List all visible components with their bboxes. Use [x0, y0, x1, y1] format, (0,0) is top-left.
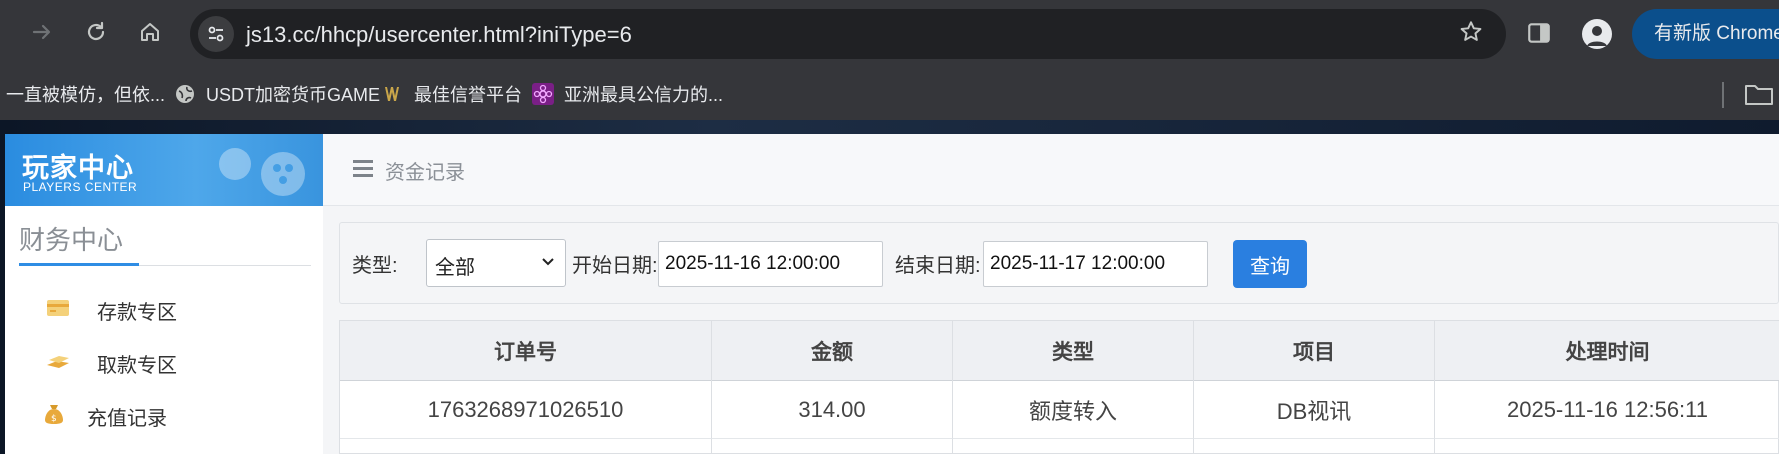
home-button[interactable] — [132, 14, 168, 50]
bookmarks-bar: 一直被模仿，但依... USDT加密货币GAME 最佳信誉平台 亚洲最具公信力的… — [0, 68, 1779, 120]
players-center-banner: 玩家中心 PLAYERS CENTER — [5, 134, 323, 206]
sidebar-item-withdraw[interactable]: 取款专区 — [5, 341, 323, 381]
players-center-subtitle: PLAYERS CENTER — [23, 180, 138, 194]
globe-icon — [176, 85, 194, 103]
bookmark-item[interactable]: 最佳信誉平台 — [382, 80, 522, 108]
start-date-input[interactable]: 2025-11-16 12:00:00 — [658, 241, 883, 287]
main-header: 资金记录 — [323, 134, 1779, 206]
bookmark-item[interactable]: 一直被模仿，但依... — [6, 80, 165, 108]
cell-type: 额度转入 — [953, 381, 1194, 439]
finance-center-title: 财务中心 — [19, 225, 124, 255]
filter-bar: 类型: 全部 开始日期: 2025-11-16 12:00:00 结束日期: 2… — [339, 222, 1779, 304]
update-chrome-button[interactable]: 有新版 Chrome — [1632, 9, 1779, 59]
records-table: 订单号 金额 类型 项目 处理时间 1763268971026510 314.0… — [339, 320, 1779, 454]
sidebar-item-label: 存款专区 — [97, 302, 177, 324]
site-logo-icon — [385, 87, 399, 101]
bookmark-label: 最佳信誉平台 — [414, 85, 522, 105]
column-header-amount: 金额 — [712, 321, 953, 381]
type-select[interactable]: 全部 — [426, 239, 566, 287]
bookmark-item[interactable]: 亚洲最具公信力的... — [532, 80, 723, 108]
bookmark-label: 一直被模仿，但依... — [6, 85, 166, 105]
money-bag-icon: $ — [45, 405, 63, 424]
side-panel-icon[interactable] — [1526, 20, 1552, 46]
page-content: 玩家中心 PLAYERS CENTER 财务中心 存款专区 取款专区 $ 充值记… — [0, 120, 1779, 454]
menu-toggle-icon[interactable] — [353, 160, 373, 178]
forward-button[interactable] — [24, 14, 60, 50]
end-date-label: 结束日期: — [895, 255, 981, 277]
column-header-type: 类型 — [953, 321, 1194, 381]
gamepad-icon — [219, 148, 305, 196]
bookmark-label: USDT加密货币GAME — [206, 85, 381, 105]
flower-logo-icon — [532, 83, 554, 105]
type-select-value: 全部 — [435, 257, 475, 279]
chevron-down-icon — [542, 258, 554, 266]
sidebar: 玩家中心 PLAYERS CENTER 财务中心 存款专区 取款专区 $ 充值记… — [5, 134, 323, 454]
tune-icon — [208, 26, 224, 42]
cell-time: 2025-11-16 12:56:11 — [1435, 381, 1779, 439]
table-header: 订单号 金额 类型 项目 处理时间 — [340, 321, 1779, 381]
reload-button[interactable] — [78, 14, 114, 50]
main-panel: 资金记录 类型: 全部 开始日期: 2025-11-16 12:00:00 结束… — [323, 134, 1779, 454]
sidebar-item-label: 取款专区 — [97, 355, 177, 377]
card-icon — [47, 300, 69, 316]
section-active-underline — [19, 263, 139, 266]
address-bar[interactable]: js13.cc/hhcp/usercenter.html?iniType=6 — [190, 9, 1506, 59]
url-text[interactable]: js13.cc/hhcp/usercenter.html?iniType=6 — [246, 22, 632, 48]
home-icon — [141, 23, 159, 41]
folder-icon[interactable] — [1744, 82, 1774, 106]
cash-icon — [47, 356, 69, 368]
column-header-project: 项目 — [1194, 321, 1435, 381]
browser-toolbar: js13.cc/hhcp/usercenter.html?iniType=6 有… — [0, 0, 1779, 68]
bookmark-item[interactable]: USDT加密货币GAME — [174, 80, 380, 108]
bookmarks-divider — [1722, 82, 1724, 108]
breadcrumb: 资金记录 — [385, 162, 465, 184]
table-row-partial — [340, 439, 1779, 454]
svg-text:$: $ — [51, 414, 57, 424]
query-button[interactable]: 查询 — [1233, 240, 1307, 288]
end-date-input[interactable]: 2025-11-17 12:00:00 — [983, 241, 1208, 287]
bookmark-label: 亚洲最具公信力的... — [564, 85, 724, 105]
sidebar-item-label: 充值记录 — [87, 408, 167, 430]
cell-project: DB视讯 — [1194, 381, 1435, 439]
type-label: 类型: — [352, 255, 398, 277]
site-info-button[interactable] — [198, 16, 234, 52]
reload-icon — [87, 21, 105, 41]
cell-order-id: 1763268971026510 — [340, 381, 712, 439]
column-header-time: 处理时间 — [1565, 341, 1650, 364]
profile-avatar-icon[interactable] — [1582, 19, 1612, 49]
cell-amount: 314.00 — [712, 381, 953, 439]
arrow-right-icon — [32, 24, 51, 40]
start-date-label: 开始日期: — [572, 255, 658, 277]
column-header-order-id: 订单号 — [340, 321, 712, 381]
sidebar-item-deposit[interactable]: 存款专区 — [5, 288, 323, 328]
sidebar-item-recharge-records[interactable]: $ 充值记录 — [5, 394, 323, 434]
bookmark-star-icon[interactable] — [1458, 19, 1484, 51]
